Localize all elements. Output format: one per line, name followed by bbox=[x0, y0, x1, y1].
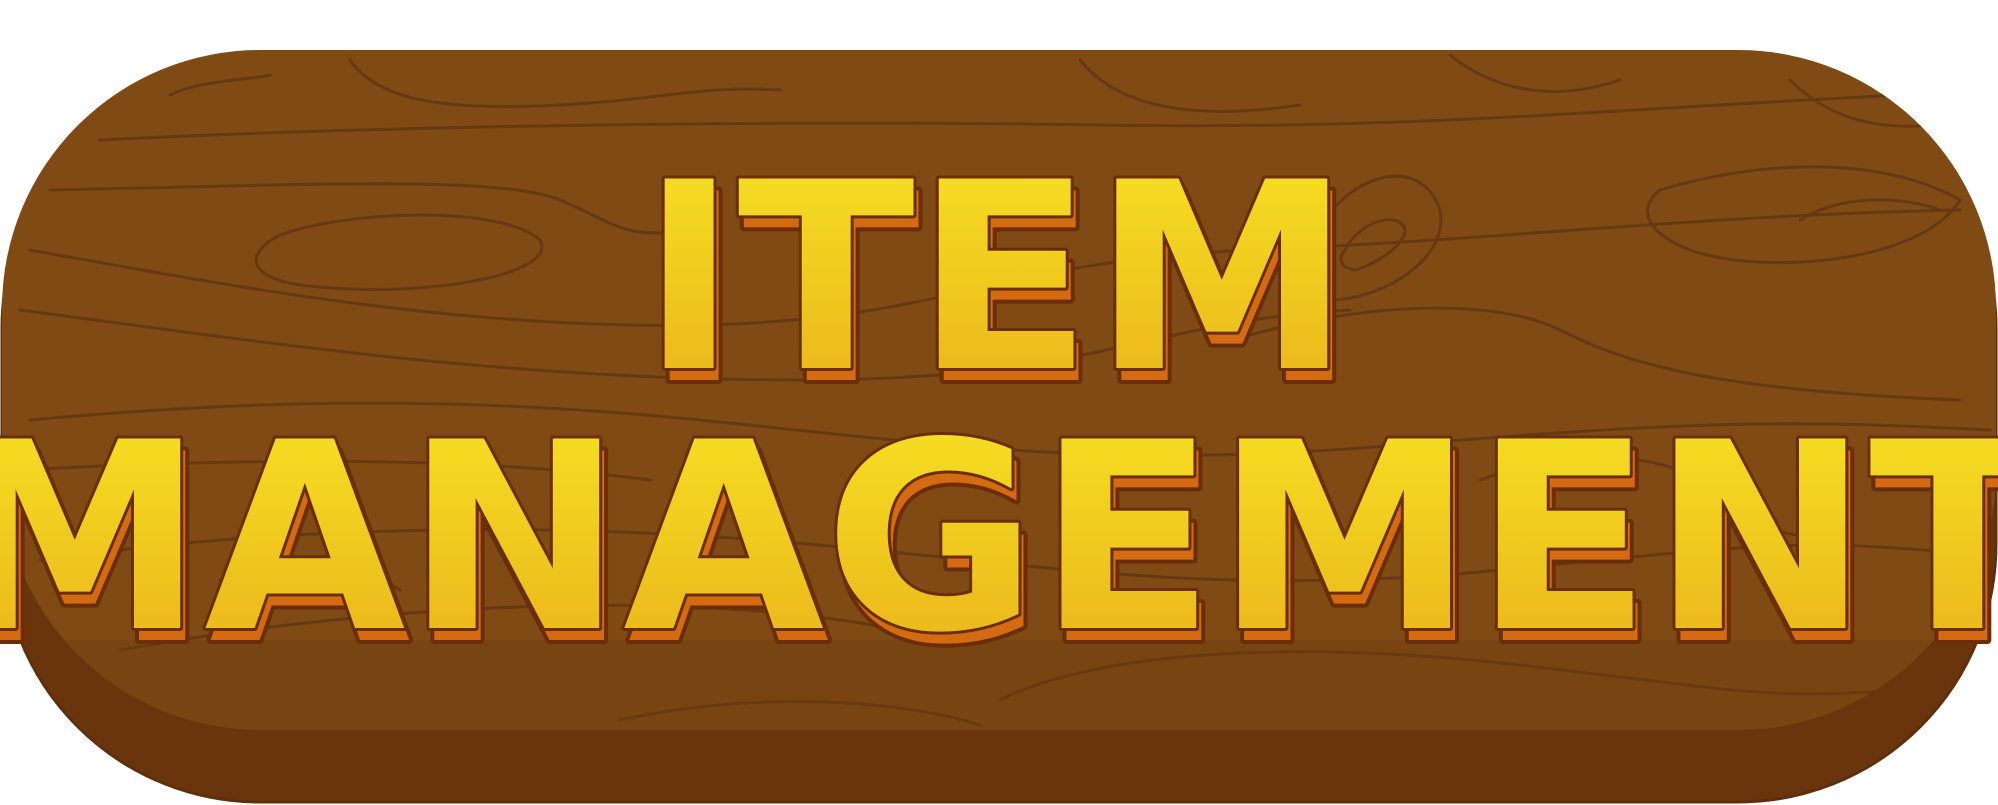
title-line-2: MANAGEMENT bbox=[0, 388, 1998, 690]
banner-graphic: ITEM MANAGEMENT ITEM MANAGEMENT bbox=[0, 50, 1998, 804]
item-management-banner[interactable]: ITEM MANAGEMENT ITEM MANAGEMENT bbox=[0, 0, 1998, 805]
title-line-1: ITEM bbox=[641, 128, 1351, 430]
